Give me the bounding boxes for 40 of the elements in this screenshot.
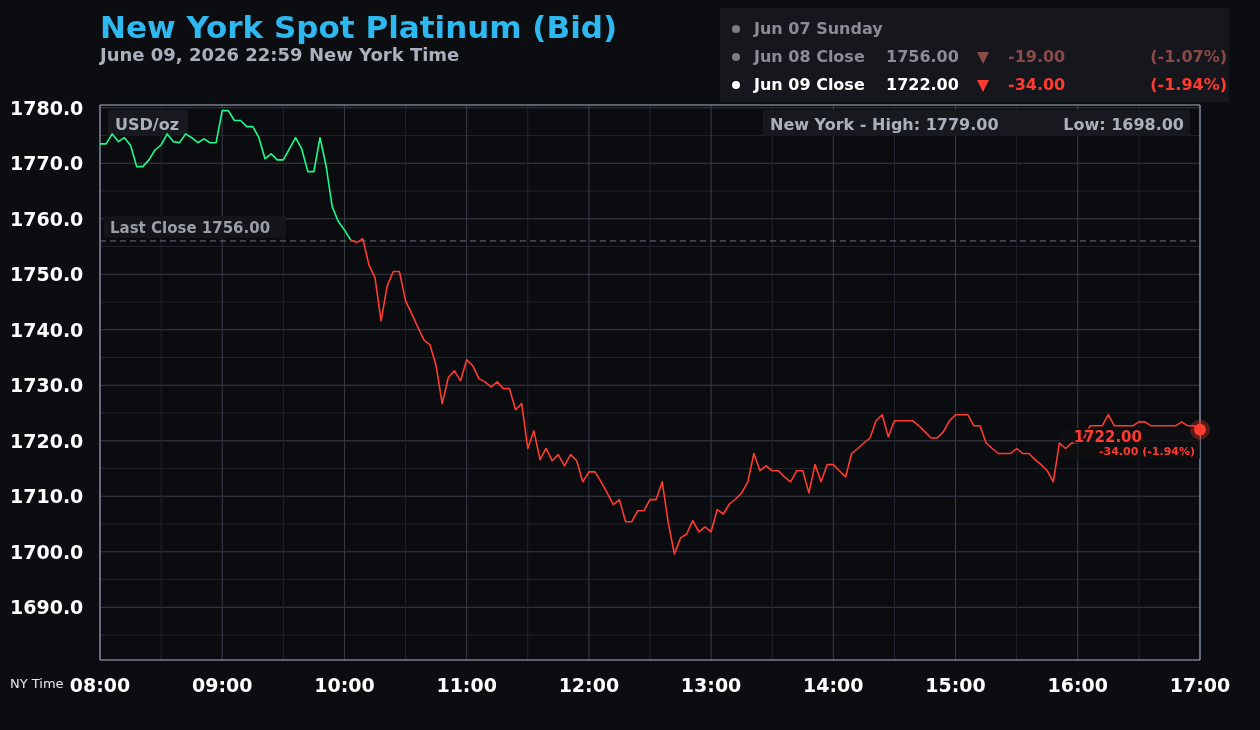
y-axis-label: 1730.0 — [10, 374, 84, 397]
x-axis-label: 10:00 — [314, 674, 375, 696]
legend-date: Jun 09 Close — [754, 74, 866, 96]
y-axis-label: 1690.0 — [10, 596, 84, 619]
y-axis-label: 1780.0 — [10, 100, 84, 119]
x-axis-label: 09:00 — [192, 674, 253, 696]
chart-title: New York Spot Platinum (Bid) — [100, 10, 618, 45]
y-axis-label: 1710.0 — [10, 485, 84, 508]
legend-change: -19.00 — [1008, 46, 1067, 68]
x-axis-label: 13:00 — [680, 674, 742, 696]
x-axis-label: 11:00 — [436, 674, 497, 696]
x-axis-label: 08:00 — [69, 674, 131, 696]
legend-percent: (-1.94%) — [1150, 74, 1227, 96]
y-axis-label: 1770.0 — [10, 152, 84, 175]
chart-subtitle: June 09, 2026 22:59 New York Time — [100, 44, 461, 66]
x-axis-label: 12:00 — [558, 674, 620, 696]
legend-percent: (-1.07%) — [1150, 46, 1227, 68]
legend-change: -34.00 — [1008, 74, 1067, 96]
legend-date: Jun 08 Close — [754, 46, 866, 68]
x-axis-label: 15:00 — [925, 674, 986, 696]
x-axis-label: 17:00 — [1169, 674, 1231, 696]
low-price-label: Low: 1698.00 — [1063, 115, 1184, 134]
x-axis-label: 16:00 — [1047, 674, 1108, 696]
y-axis-label: 1720.0 — [10, 429, 84, 452]
x-axis-label: 14:00 — [803, 674, 864, 696]
change-label: -34.00 (-1.94%) — [1099, 444, 1195, 458]
unit-label: USD/oz — [108, 110, 188, 136]
legend-date: Jun 07 Sunday — [754, 18, 884, 40]
y-axis-label: 1760.0 — [10, 207, 84, 230]
y-axis-label: 1740.0 — [10, 318, 84, 341]
end-point-marker — [1190, 419, 1210, 440]
x-axis-title: NY Time — [10, 676, 64, 691]
last-close-label: Last Close 1756.00 — [104, 216, 286, 238]
legend-price: 1756.00 — [886, 46, 960, 68]
legend-price: 1722.00 — [886, 74, 960, 96]
ref-line-label: Last Close 1756.00 — [110, 218, 271, 237]
y-axis-title: USD/oz — [115, 115, 179, 134]
high-price-label: New York - High: 1779.00 — [770, 115, 999, 134]
y-axis-label: 1700.0 — [10, 540, 84, 563]
y-axis-label: 1750.0 — [10, 263, 84, 286]
